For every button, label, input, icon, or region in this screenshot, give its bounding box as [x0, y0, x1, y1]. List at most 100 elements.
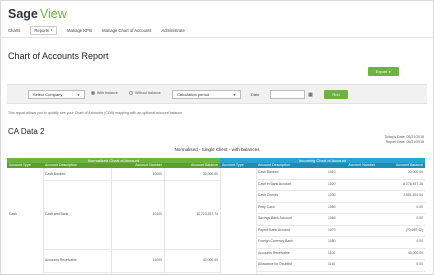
- col-header: Account Type: [7, 163, 43, 168]
- row-divider: [43, 179, 220, 181]
- nav-divider: [1, 37, 433, 38]
- radio-with-balance[interactable]: With balance: [91, 91, 118, 95]
- chevron-down-icon: ▼: [77, 92, 80, 97]
- incoming-account-number: 1020: [328, 181, 336, 186]
- incoming-account-number: 1050: [328, 204, 336, 209]
- incoming-account-number: 1070: [328, 227, 336, 232]
- chevron-down-icon: ▼: [388, 69, 392, 74]
- incoming-account-balance: 0.00: [416, 216, 423, 220]
- normalised-account-balance: 40,000.00: [202, 258, 218, 262]
- normalised-account-type: Cash: [9, 212, 17, 216]
- incoming-account-balance: 0.00: [416, 262, 423, 266]
- radio-without-balance[interactable]: Without balance: [129, 91, 161, 95]
- row-divider: [43, 271, 220, 273]
- col-header: Account Balance: [164, 163, 220, 168]
- incoming-account-balance: 40,000.00: [407, 250, 423, 255]
- incoming-account-desc: Cash in Bank Account: [258, 181, 292, 186]
- incoming-account-balance: 0.00: [416, 239, 423, 243]
- radio-label: Without balance: [135, 91, 161, 95]
- row-divider: [256, 236, 425, 237]
- date-input[interactable]: [270, 90, 305, 99]
- export-button[interactable]: Export ▼: [368, 67, 399, 76]
- filter-bar: Select Company ▼ With balance Without ba…: [7, 84, 427, 104]
- radio-icon: [129, 91, 133, 95]
- period-select[interactable]: Calculation period ▼: [172, 90, 241, 99]
- incoming-account-desc: Cash Banked: [258, 170, 279, 174]
- brand-product: View: [39, 7, 67, 21]
- normalised-account-balance: 10,723,257.74: [196, 212, 218, 216]
- incoming-account-number: 1030: [328, 193, 336, 197]
- normalised-account-number: 10100: [152, 212, 162, 216]
- date-label: Date: [251, 92, 260, 97]
- row-divider: [256, 190, 425, 191]
- incoming-account-desc: Cash Checks: [258, 193, 279, 197]
- row-divider: [256, 178, 425, 180]
- export-button-label: Export: [375, 69, 388, 74]
- col-header: Account Description: [256, 163, 326, 168]
- info-text: This report allows you to quickly see yo…: [8, 111, 184, 115]
- normalised-account-desc: Accounts Receivable: [45, 258, 77, 262]
- chevron-down-icon: ▼: [233, 92, 236, 97]
- incoming-account-balance: 8,276,457.28: [403, 181, 423, 186]
- normalised-account-desc: Cash Banked: [45, 171, 66, 176]
- report-dates: Today's Date: 05/21/2018 Report Date: 05…: [384, 135, 424, 145]
- incoming-account-balance: 30,000.00: [407, 170, 423, 174]
- row-divider: [256, 247, 425, 249]
- normalised-account-number: 11000: [152, 258, 162, 262]
- page-title: Chart of Accounts Report: [8, 51, 109, 61]
- column-divider: [111, 168, 112, 275]
- incoming-account-desc: Payroll Bank Account: [258, 227, 291, 232]
- normalised-account-desc: Cash and Bank: [45, 212, 69, 216]
- column-divider: [220, 168, 221, 275]
- nav-item-label: Administrate: [161, 27, 185, 33]
- nav-item-manage-kpis[interactable]: Manage KPIs: [67, 28, 92, 33]
- incoming-account-desc: Petty Cash: [258, 204, 275, 209]
- column-divider: [43, 168, 44, 275]
- period-select-value: Calculation period: [177, 92, 210, 97]
- brand-logo[interactable]: Sage View: [8, 7, 67, 21]
- incoming-account-number: 1010: [328, 170, 336, 174]
- radio-icon: [91, 91, 95, 95]
- chevron-down-icon: ▼: [50, 28, 53, 32]
- row-divider: [43, 248, 220, 250]
- row-divider: [256, 224, 425, 226]
- report-title: Normalised - Single Client - with balanc…: [174, 147, 260, 152]
- incoming-account-number: 1080: [328, 239, 336, 243]
- nav-item-administrate[interactable]: Administrate: [162, 28, 185, 33]
- nav-item-label: Manage KPIs: [67, 27, 93, 33]
- nav-item-charts[interactable]: Charts: [8, 28, 20, 33]
- main-nav: Charts Reports ▼ Manage KPIs Manage Chart…: [8, 25, 185, 35]
- calendar-icon[interactable]: ▦: [306, 90, 315, 99]
- row-divider: [256, 213, 425, 214]
- col-header: Account Balance: [377, 163, 425, 168]
- row-divider: [256, 201, 425, 203]
- nav-item-label: Charts: [8, 27, 21, 33]
- company-select[interactable]: Select Company ▼: [28, 90, 85, 99]
- normalised-account-number: 10000: [152, 171, 162, 176]
- nav-item-reports[interactable]: Reports ▼: [30, 25, 57, 35]
- report-date: Report Date: 05/21/2018: [385, 140, 424, 144]
- col-header: Account Number: [111, 163, 164, 168]
- row-divider: [256, 259, 425, 260]
- incoming-account-balance: (70,690.42): [405, 227, 423, 232]
- incoming-account-desc: Foreign Currency Bank: [258, 239, 293, 243]
- col-header: Account Type: [220, 163, 256, 168]
- run-button[interactable]: Run: [324, 90, 348, 99]
- incoming-account-number: 1140: [328, 262, 336, 266]
- column-divider: [164, 168, 165, 275]
- col-header: Account Number: [326, 163, 377, 168]
- incoming-account-balance: 2,551,491.54: [403, 193, 423, 197]
- report-company: CA Data 2: [8, 127, 45, 136]
- nav-item-manage-coa[interactable]: Manage Chart of Accounts: [102, 28, 151, 33]
- radio-label: With balance: [97, 91, 118, 95]
- nav-item-label: Manage Chart of Accounts: [102, 27, 152, 33]
- incoming-account-number: 1100: [328, 250, 336, 255]
- normalised-account-balance: 30,000.00: [202, 171, 218, 176]
- incoming-account-desc: Savings Bank Account: [258, 216, 292, 220]
- incoming-account-balance: 0.00: [416, 204, 423, 209]
- incoming-account-desc: Allowance for Doubtful: [258, 262, 292, 266]
- incoming-account-number: 1060: [328, 216, 336, 220]
- app-window: Sage View Charts Reports ▼ Manage KPIs Man…: [0, 0, 434, 275]
- nav-item-label: Reports: [34, 27, 50, 33]
- company-select-value: Select Company: [33, 92, 63, 97]
